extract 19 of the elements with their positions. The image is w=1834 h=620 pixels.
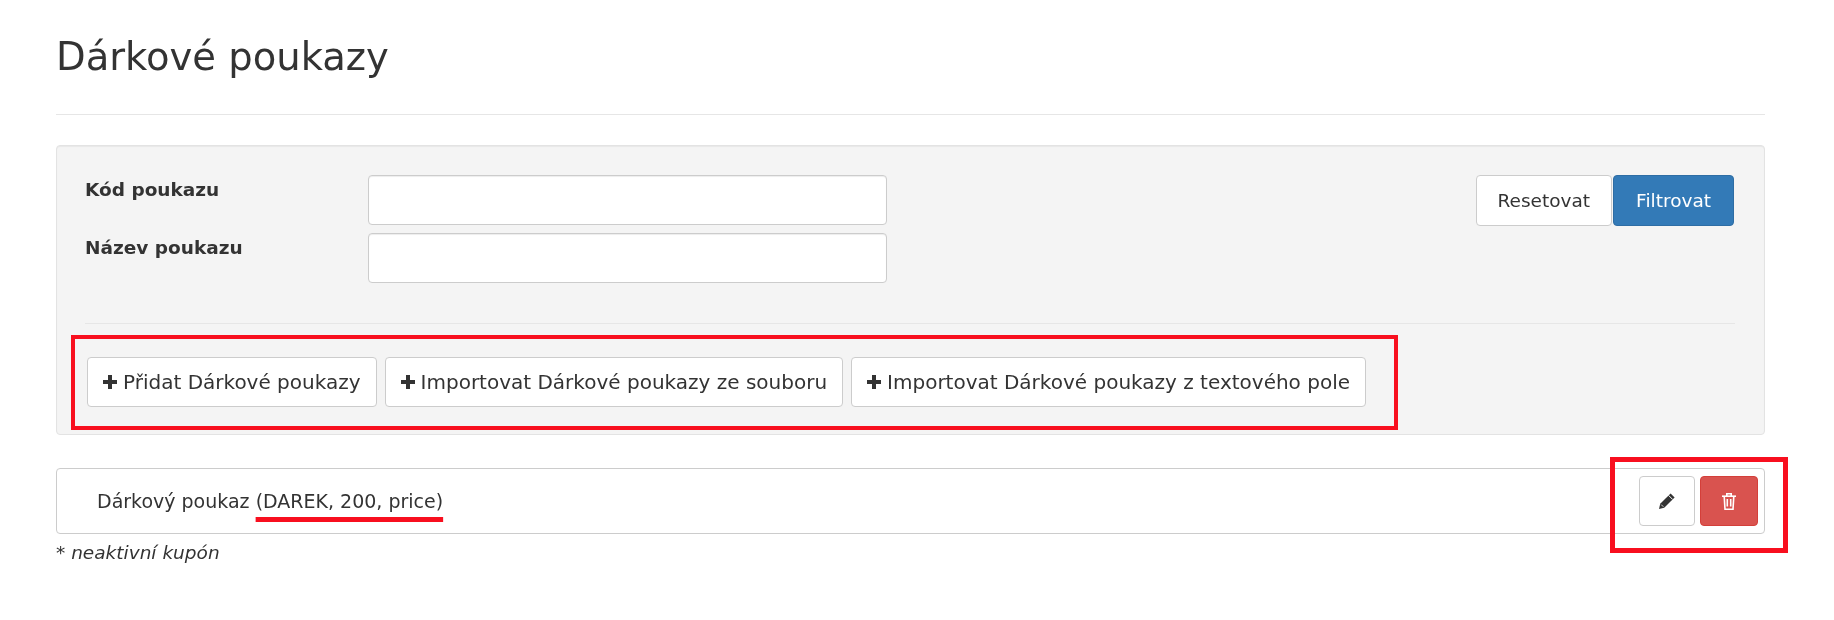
add-button[interactable]: Přidat Dárkové poukazy — [87, 357, 377, 407]
edit-button[interactable] — [1639, 476, 1695, 526]
trash-icon — [1722, 492, 1736, 510]
add-button[interactable]: Importovat Dárkové poukazy ze souboru — [384, 357, 844, 407]
input-field[interactable] — [368, 175, 887, 225]
plus-icon — [103, 375, 117, 389]
delete-button[interactable] — [1700, 476, 1758, 526]
field-label: Název poukazu — [85, 236, 243, 260]
reset-button[interactable]: Resetovat — [1475, 175, 1613, 226]
plus-icon — [867, 375, 882, 389]
voucher-name: Dárkový poukaz (DAREK, 200, price) — [97, 489, 444, 514]
input-field[interactable] — [368, 233, 887, 283]
page-title: Dárkové poukazy — [56, 34, 389, 80]
footnote-text: * neaktivní kupón — [56, 541, 220, 565]
plus-icon — [400, 375, 415, 389]
pencil-icon — [1659, 493, 1675, 509]
add-button[interactable]: Importovat Dárkové poukazy z textového pole — [851, 357, 1366, 407]
filter-button[interactable]: Filtrovat — [1613, 175, 1734, 226]
field-label: Kód poukazu — [85, 178, 220, 202]
